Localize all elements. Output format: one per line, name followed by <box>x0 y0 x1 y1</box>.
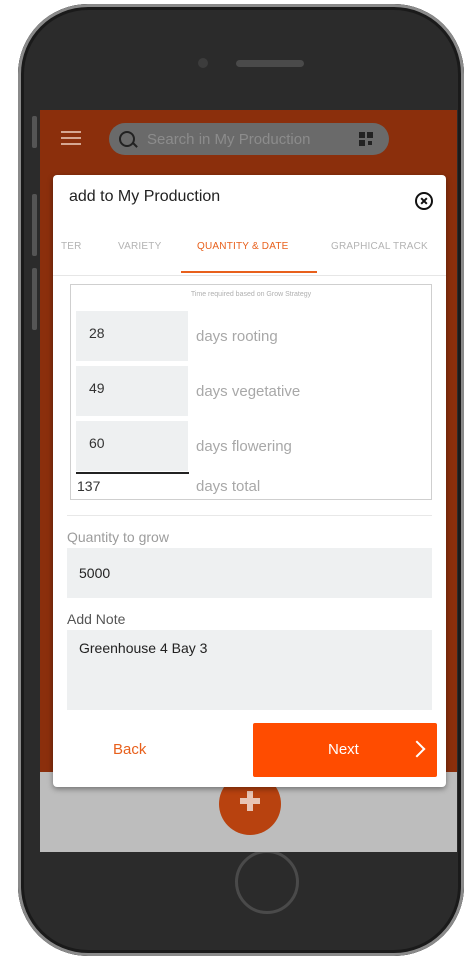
active-tab-indicator <box>181 271 317 273</box>
back-button[interactable]: Back <box>113 741 146 758</box>
qr-code-icon[interactable] <box>359 132 373 146</box>
next-label: Next <box>328 741 359 758</box>
tab-quantity-date[interactable]: QUANTITY & DATE <box>197 241 289 252</box>
next-button[interactable]: Next <box>253 723 437 777</box>
add-production-dialog: add to My Production TER VARIETY QUANTIT… <box>53 175 446 787</box>
note-input[interactable]: Greenhouse 4 Bay 3 <box>67 630 432 710</box>
rooting-days-input[interactable]: 28 <box>76 311 188 361</box>
mute-switch <box>32 116 37 148</box>
total-divider <box>76 472 189 474</box>
search-input[interactable]: Search in My Production <box>147 131 310 148</box>
close-icon[interactable] <box>415 192 433 210</box>
home-button[interactable] <box>235 850 299 914</box>
tab-graphical-track[interactable]: GRAPHICAL TRACK <box>331 241 428 252</box>
vegetative-days-label: days vegetative <box>196 383 301 400</box>
quantity-input[interactable]: 5000 <box>67 548 432 598</box>
tab-variety[interactable]: VARIETY <box>118 241 161 252</box>
flowering-days-input[interactable]: 60 <box>76 421 188 471</box>
volume-up-button <box>32 194 37 256</box>
grow-strategy-panel: Time required based on Grow Strategy 28 … <box>70 284 432 500</box>
quantity-label: Quantity to grow <box>67 529 169 545</box>
tab-filter[interactable]: TER <box>61 241 82 252</box>
speaker <box>236 60 304 67</box>
flowering-days-label: days flowering <box>196 438 292 455</box>
volume-down-button <box>32 268 37 330</box>
total-days-value: 137 <box>77 478 101 494</box>
camera <box>198 58 208 68</box>
note-label: Add Note <box>67 611 126 627</box>
chevron-right-icon <box>408 740 426 758</box>
dialog-title: add to My Production <box>69 188 221 205</box>
menu-icon[interactable] <box>61 131 81 145</box>
tab-bar: TER VARIETY QUANTITY & DATE GRAPHICAL TR… <box>53 231 446 276</box>
total-days-label: days total <box>196 478 261 495</box>
vegetative-days-input[interactable]: 49 <box>76 366 188 416</box>
strategy-note: Time required based on Grow Strategy <box>190 291 312 298</box>
section-divider <box>67 515 432 516</box>
rooting-days-label: days rooting <box>196 328 278 345</box>
search-bar[interactable]: Search in My Production <box>109 123 389 155</box>
search-icon <box>119 131 135 147</box>
